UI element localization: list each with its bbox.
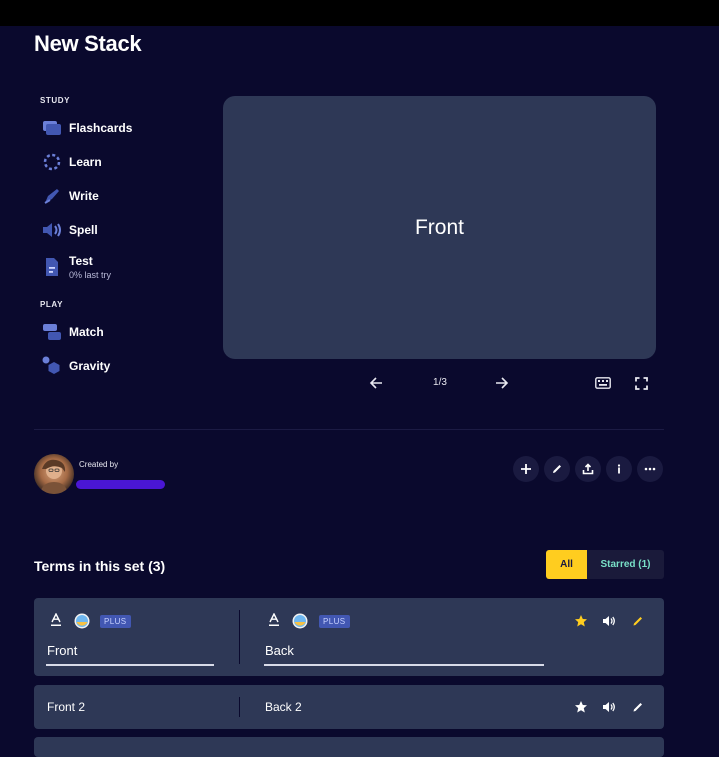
play-section-label: PLAY	[40, 300, 64, 309]
keyboard-icon	[595, 377, 611, 389]
more-icon	[644, 467, 656, 471]
flashcard-text: Front	[414, 215, 464, 239]
flashcard[interactable]: Front	[223, 96, 656, 359]
sidebar-item-label: Learn	[69, 155, 102, 169]
text-format-icon	[269, 613, 279, 626]
row-divider	[239, 697, 240, 717]
top-bar	[0, 0, 719, 26]
arrow-left-icon	[369, 377, 382, 389]
sidebar-item-test[interactable]: Test 0% last try	[41, 254, 111, 280]
sidebar-item-flashcards[interactable]: Flashcards	[41, 117, 132, 139]
tab-starred[interactable]: Starred (1)	[587, 550, 664, 579]
keyboard-shortcuts-button[interactable]	[593, 374, 613, 392]
match-icon	[41, 321, 63, 343]
image-button[interactable]	[73, 612, 91, 630]
share-icon	[582, 463, 594, 475]
sidebar-item-label: Match	[69, 325, 104, 339]
star-icon	[575, 701, 587, 713]
term-front: Front 2	[47, 700, 86, 714]
test-last-try: 0% last try	[69, 270, 112, 280]
learn-icon	[41, 151, 63, 173]
plus-badge[interactable]: PLUS	[100, 615, 131, 628]
audio-button[interactable]	[600, 698, 618, 716]
star-button[interactable]	[572, 612, 590, 630]
add-button[interactable]	[513, 456, 539, 482]
row-divider	[239, 610, 240, 664]
creator-name-redacted[interactable]	[76, 480, 165, 489]
gravity-icon	[41, 355, 63, 377]
term-back: Back 2	[265, 700, 302, 714]
star-button[interactable]	[572, 698, 590, 716]
write-icon	[41, 185, 63, 207]
sidebar-item-label: Flashcards	[69, 121, 133, 135]
front-input-underline	[46, 664, 214, 666]
term-front-input[interactable]: Front	[47, 643, 77, 658]
flashcards-icon	[41, 117, 63, 139]
edit-term-button[interactable]	[629, 612, 647, 630]
term-row: Front 2 Back 2	[34, 685, 664, 729]
term-back-input[interactable]: Back	[265, 643, 294, 658]
term-row: PLUS Front PLUS Back	[34, 598, 664, 676]
pencil-icon	[633, 617, 642, 626]
edit-term-button[interactable]	[629, 698, 647, 716]
audio-button[interactable]	[600, 612, 618, 630]
info-icon	[617, 464, 621, 474]
speaker-icon	[603, 702, 615, 712]
sidebar-item-write[interactable]: Write	[41, 185, 99, 207]
spell-icon	[41, 219, 63, 241]
more-options-button[interactable]	[637, 456, 663, 482]
text-format-button[interactable]	[48, 612, 64, 628]
image-button[interactable]	[291, 612, 309, 630]
section-divider	[34, 429, 664, 430]
avatar[interactable]	[34, 454, 74, 494]
sidebar-item-label: Write	[69, 189, 99, 203]
page-title: New Stack	[34, 31, 142, 56]
sidebar-item-learn[interactable]: Learn	[41, 151, 102, 173]
image-icon	[74, 613, 90, 629]
back-input-underline	[264, 664, 544, 666]
next-card-button[interactable]	[492, 373, 512, 393]
text-format-button[interactable]	[266, 612, 282, 628]
sidebar-item-label: Spell	[69, 223, 98, 237]
sidebar-item-gravity[interactable]: Gravity	[41, 355, 110, 377]
tab-all[interactable]: All	[546, 550, 587, 579]
fullscreen-button[interactable]	[632, 374, 650, 392]
test-icon	[41, 256, 63, 278]
share-button[interactable]	[575, 456, 601, 482]
arrow-right-icon	[496, 377, 509, 389]
fullscreen-icon	[634, 376, 648, 390]
plus-icon	[521, 464, 531, 474]
card-counter: 1/3	[433, 377, 447, 388]
image-icon	[292, 613, 308, 629]
speaker-icon	[603, 616, 615, 626]
plus-badge[interactable]: PLUS	[319, 615, 350, 628]
study-section-label: STUDY	[40, 96, 71, 105]
text-format-icon	[51, 613, 61, 626]
sidebar-item-spell[interactable]: Spell	[41, 219, 98, 241]
previous-card-button[interactable]	[366, 373, 386, 393]
created-by-label: Created by	[79, 460, 119, 469]
edit-button[interactable]	[544, 456, 570, 482]
term-row	[34, 737, 664, 757]
info-button[interactable]	[606, 456, 632, 482]
terms-heading: Terms in this set (3)	[34, 558, 166, 574]
pencil-icon	[633, 703, 642, 712]
sidebar-item-match[interactable]: Match	[41, 321, 104, 343]
sidebar-item-label: Gravity	[69, 359, 111, 373]
star-icon	[575, 615, 587, 627]
pencil-icon	[553, 465, 561, 473]
sidebar-item-label: Test	[69, 254, 93, 268]
